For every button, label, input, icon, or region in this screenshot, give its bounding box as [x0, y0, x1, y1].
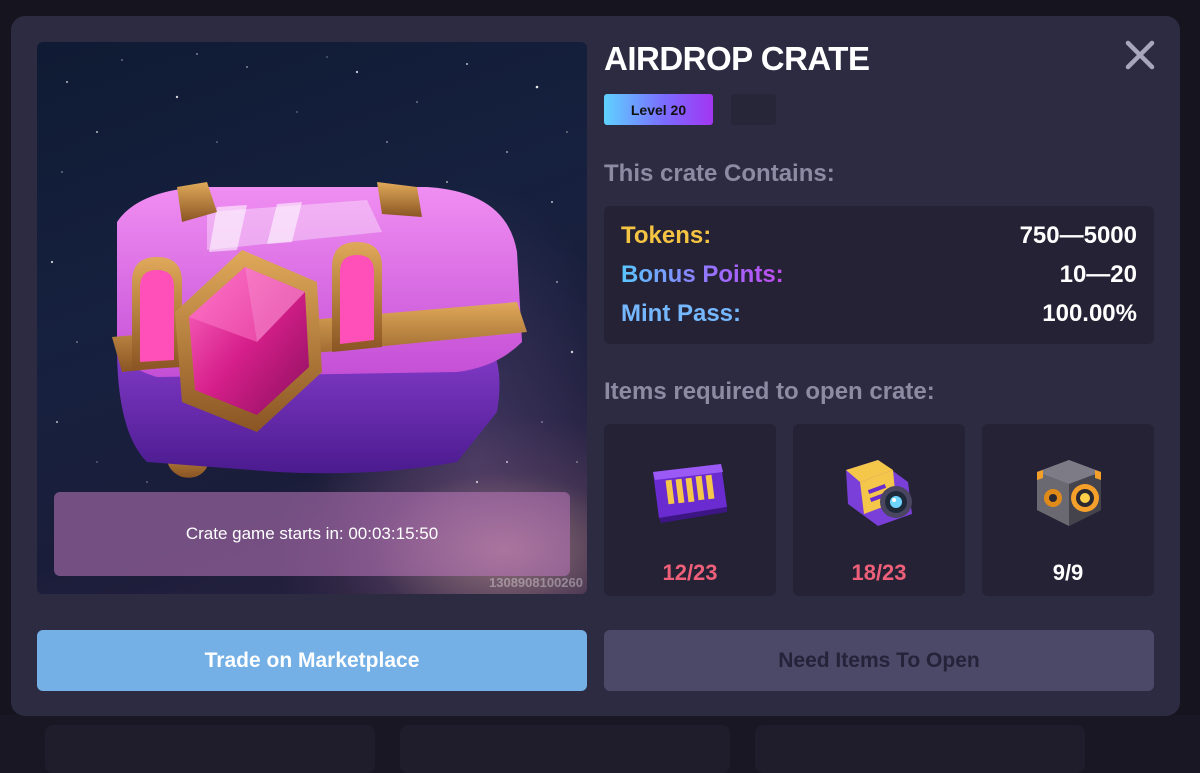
bonus-points-value: 10—20 — [1059, 261, 1137, 288]
required-item-count: 9/9 — [1052, 560, 1084, 585]
tokens-value: 750—5000 — [1019, 222, 1137, 249]
crate-contents-panel: Tokens: 750—5000 Bonus Points: 10—20 Min… — [604, 206, 1154, 344]
yellow-lens-module-icon — [846, 460, 912, 526]
trade-on-marketplace-button[interactable]: Trade on Marketplace — [37, 630, 587, 691]
crate-modal: Crate game starts in: 00:03:15:50 130890… — [11, 16, 1180, 716]
crate-image-panel: Crate game starts in: 00:03:15:50 130890… — [37, 42, 587, 594]
purple-circuit-plate-icon — [653, 464, 727, 523]
tokens-label: Tokens: — [621, 222, 712, 249]
contents-heading: This crate Contains: — [604, 160, 835, 187]
mint-pass-label: Mint Pass: — [621, 300, 742, 327]
need-items-to-open-button[interactable]: Need Items To Open — [604, 630, 1154, 691]
mint-pass-value: 100.00% — [1042, 300, 1137, 327]
background-card — [400, 725, 730, 773]
background-card — [755, 725, 1085, 773]
required-item-card[interactable]: 12/23 — [604, 424, 776, 596]
empty-badge-slot — [731, 94, 776, 125]
required-items-heading: Items required to open crate: — [604, 378, 935, 405]
required-item-count: 12/23 — [662, 560, 718, 585]
required-item-card[interactable]: 18/23 — [793, 424, 965, 596]
contents-row-bonus-points: Bonus Points: 10—20 — [621, 256, 1137, 294]
contents-row-tokens: Tokens: 750—5000 — [621, 217, 1137, 255]
metal-core-cube-icon — [1037, 460, 1101, 526]
required-item-count: 18/23 — [851, 560, 907, 585]
bonus-points-label: Bonus Points: — [621, 261, 784, 288]
crate-timer-banner: Crate game starts in: 00:03:15:50 — [54, 492, 570, 576]
crate-title: AIRDROP CRATE — [604, 40, 870, 77]
required-item-card[interactable]: 9/9 — [982, 424, 1154, 596]
contents-row-mint-pass: Mint Pass: 100.00% — [621, 295, 1137, 333]
background-card — [45, 725, 375, 773]
airdrop-crate-chest-icon — [112, 182, 527, 478]
level-badge: Level 20 — [604, 94, 713, 125]
crate-timer-text: Crate game starts in: 00:03:15:50 — [185, 524, 439, 543]
close-icon[interactable] — [1123, 38, 1157, 72]
crate-id: 1308908100260 — [489, 575, 583, 590]
